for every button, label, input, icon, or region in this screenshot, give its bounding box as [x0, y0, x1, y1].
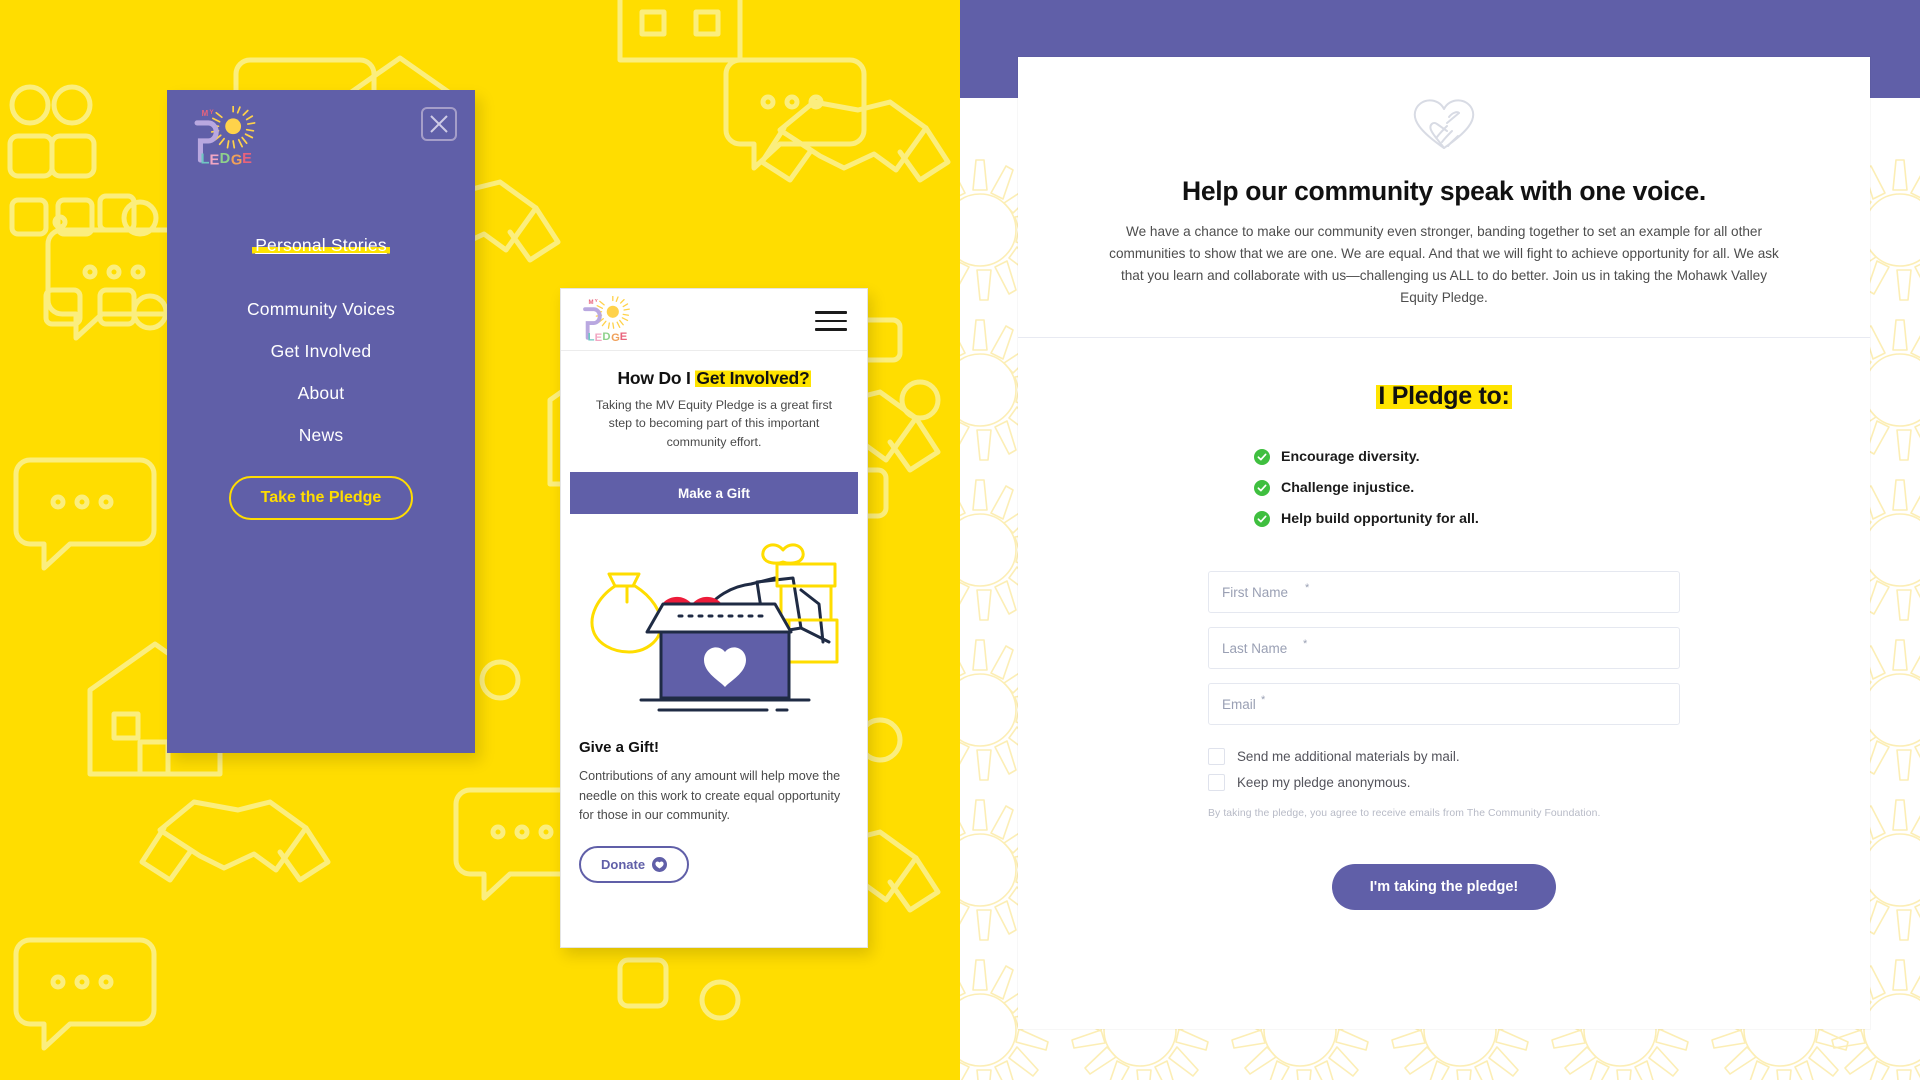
phone-heading-plain: How Do I — [617, 368, 696, 388]
phone-mockup: M Y L E D G E How Do I Get Involved? Tak… — [560, 288, 868, 948]
svg-text:E: E — [209, 153, 219, 168]
give-a-gift-block: Give a Gift! Contributions of any amount… — [561, 727, 867, 883]
give-a-gift-text: Contributions of any amount will help mo… — [579, 769, 841, 823]
last-name-wrap: * — [1208, 627, 1680, 683]
intro-paragraph: We have a chance to make our community e… — [1109, 224, 1779, 306]
submit-row: I'm taking the pledge! — [1208, 864, 1680, 911]
my-pledge-logo-small[interactable]: M Y L E D G E — [579, 296, 631, 344]
mail-materials-label[interactable]: Send me additional materials by mail. — [1237, 749, 1460, 764]
last-name-input[interactable] — [1208, 627, 1680, 670]
svg-text:Y: Y — [209, 109, 214, 116]
list-item: Encourage diversity. — [1254, 449, 1870, 466]
first-name-wrap: * — [1208, 571, 1680, 627]
mail-materials-checkbox[interactable] — [1208, 748, 1225, 766]
page-title: Help our community speak with one voice. — [1181, 176, 1706, 206]
sidebar-item-about[interactable]: About — [167, 383, 475, 403]
card-header: Help our community speak with one voice.… — [1018, 57, 1870, 339]
my-pledge-logo[interactable]: M Y L E D G E — [189, 106, 257, 168]
email-field[interactable] — [1208, 683, 1680, 726]
sidebar-item-community-voices[interactable]: Community Voices — [167, 299, 475, 319]
svg-text:Y: Y — [595, 298, 599, 304]
pledge-item-label: Help build opportunity for all. — [1281, 511, 1479, 528]
checkbox-row-anonymous: Keep my pledge anonymous. — [1208, 774, 1680, 792]
close-x-icon — [430, 115, 448, 133]
take-the-pledge-button[interactable]: Take the Pledge — [228, 476, 414, 521]
hamburger-menu-icon[interactable] — [815, 311, 847, 331]
hand-heart-donation-box-icon — [590, 543, 839, 712]
svg-text:L: L — [200, 151, 209, 167]
check-circle-icon — [1254, 449, 1270, 466]
hamburger-bar-3 — [815, 328, 847, 331]
check-circle-icon — [1254, 480, 1270, 497]
sidebar-item-get-involved[interactable]: Get Involved — [167, 341, 475, 361]
list-item: Help build opportunity for all. — [1254, 511, 1870, 528]
donate-button[interactable]: Donate — [579, 846, 690, 883]
phone-subtext: Taking the MV Equity Pledge is a great f… — [595, 398, 833, 449]
phone-header: M Y L E D G E — [561, 289, 867, 351]
svg-text:M: M — [589, 300, 594, 306]
nav-item-list: Personal Stories Community Voices Get In… — [167, 235, 475, 521]
check-circle-icon — [1254, 511, 1270, 528]
left-yellow-panel: M Y L E D G E Personal Stories Community… — [0, 0, 960, 1080]
phone-heading: How Do I Get Involved? — [561, 368, 867, 389]
list-item: Challenge injustice. — [1254, 480, 1870, 497]
sidebar-item-personal-stories[interactable]: Personal Stories — [252, 235, 390, 256]
svg-text:E: E — [242, 151, 252, 167]
heart-icon — [652, 857, 668, 872]
pledge-item-label: Challenge injustice. — [1281, 480, 1415, 497]
mobile-nav-drawer: M Y L E D G E Personal Stories Community… — [167, 90, 475, 753]
svg-text:G: G — [231, 153, 242, 168]
svg-text:G: G — [611, 332, 620, 344]
donation-illustration — [561, 522, 867, 727]
screenshot-root: M Y L E D G E Personal Stories Community… — [0, 0, 1920, 1080]
svg-text:L: L — [588, 331, 595, 343]
anonymous-checkbox[interactable] — [1208, 774, 1225, 792]
hamburger-bar-1 — [815, 311, 847, 314]
svg-text:D: D — [220, 151, 231, 167]
pledge-form: * * * Send me additional materials by ma… — [1208, 571, 1680, 911]
pledge-card: Help our community speak with one voice.… — [1018, 57, 1870, 1029]
svg-text:E: E — [595, 332, 603, 344]
checkbox-row-mail: Send me additional materials by mail. — [1208, 748, 1680, 766]
hamburger-bar-2 — [815, 319, 847, 322]
submit-pledge-button[interactable]: I'm taking the pledge! — [1331, 864, 1557, 911]
phone-heading-highlight: Get Involved? — [695, 368, 811, 388]
email-wrap: * — [1208, 683, 1680, 739]
pledge-item-label: Encourage diversity. — [1281, 449, 1420, 466]
hands-forming-heart-icon — [1413, 99, 1475, 149]
sidebar-item-news[interactable]: News — [167, 425, 475, 445]
make-a-gift-button[interactable]: Make a Gift — [570, 472, 858, 515]
first-name-input[interactable] — [1208, 571, 1680, 614]
donate-button-label: Donate — [601, 857, 646, 872]
svg-text:D: D — [602, 331, 610, 343]
anonymous-label[interactable]: Keep my pledge anonymous. — [1237, 775, 1410, 790]
pledge-heading: I Pledge to: — [1018, 382, 1870, 411]
give-a-gift-title: Give a Gift! — [579, 739, 660, 757]
form-disclaimer: By taking the pledge, you agree to recei… — [1208, 808, 1601, 820]
pledge-heading-text: I Pledge to: — [1376, 382, 1512, 411]
pledge-item-list: Encourage diversity. Challenge injustice… — [1254, 449, 1870, 528]
right-panel: Help our community speak with one voice.… — [960, 0, 1920, 1080]
svg-text:M: M — [202, 109, 209, 118]
svg-text:E: E — [620, 331, 628, 343]
close-menu-button[interactable] — [421, 107, 457, 141]
nav-row-0: Personal Stories — [167, 235, 475, 278]
